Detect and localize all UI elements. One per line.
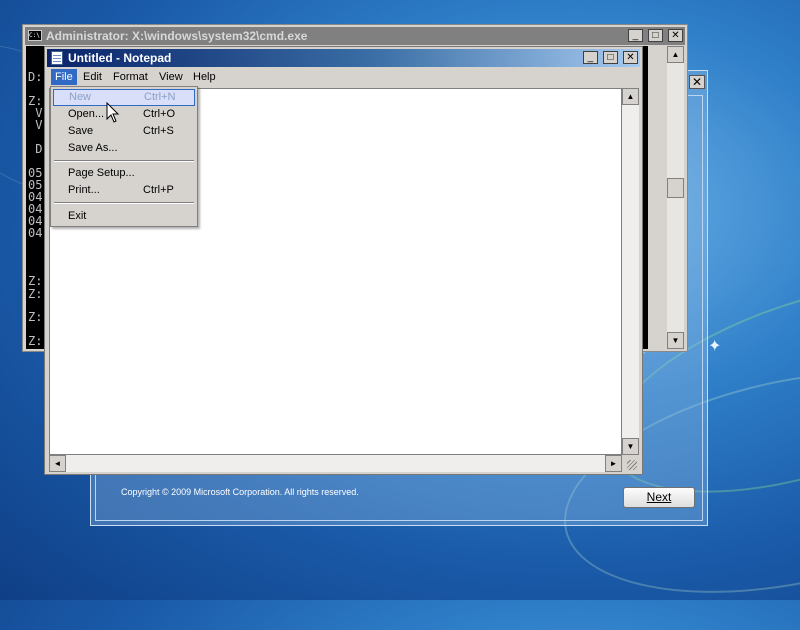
file-menu-save-as[interactable]: Save As...	[53, 140, 195, 157]
menu-item-shortcut: Ctrl+P	[143, 184, 174, 196]
setup-close-button[interactable]: ✕	[689, 75, 705, 89]
cmd-scroll-thumb[interactable]	[667, 178, 684, 198]
notepad-scroll-down-icon[interactable]: ▼	[622, 438, 639, 455]
notepad-menubar: File Edit Format View Help	[47, 68, 640, 86]
file-menu-exit[interactable]: Exit	[53, 208, 195, 225]
menu-item-label: Save	[68, 125, 94, 137]
file-menu-dropdown: New Ctrl+N Open... Ctrl+O Save Ctrl+S Sa…	[50, 86, 198, 227]
notepad-scroll-right-icon[interactable]: ►	[605, 455, 622, 472]
menu-separator	[54, 202, 194, 204]
file-menu-new[interactable]: New Ctrl+N	[53, 89, 195, 106]
sparkle-icon: ✦	[708, 338, 722, 355]
menu-item-label: Open...	[68, 108, 105, 120]
menu-item-shortcut: Ctrl+O	[143, 108, 176, 120]
notepad-vertical-scrollbar[interactable]: ▲ ▼	[622, 88, 639, 455]
cmd-maximize-button[interactable]: □	[647, 29, 663, 42]
cmd-icon: C:\	[28, 30, 42, 41]
console-line: D:	[28, 70, 43, 84]
console-line: V	[28, 118, 43, 132]
menu-item-label: New	[69, 91, 92, 103]
menu-edit[interactable]: Edit	[79, 69, 106, 85]
menu-item-label: Page Setup...	[68, 167, 135, 179]
menu-item-label: Exit	[68, 210, 87, 222]
cmd-minimize-button[interactable]: _	[627, 29, 643, 42]
file-menu-page-setup[interactable]: Page Setup...	[53, 165, 195, 182]
menu-item-shortcut: Ctrl+N	[144, 91, 176, 103]
console-line: Z:	[28, 274, 43, 288]
file-menu-open[interactable]: Open... Ctrl+O	[53, 106, 195, 123]
console-line: 04	[28, 226, 43, 240]
notepad-close-button[interactable]: ✕	[623, 51, 638, 64]
cmd-titlebar[interactable]: C:\ Administrator: X:\windows\system32\c…	[25, 27, 685, 45]
cmd-scroll-up-icon[interactable]: ▲	[667, 46, 684, 63]
notepad-title: Untitled - Notepad	[68, 51, 172, 65]
next-button[interactable]: Next	[623, 487, 695, 508]
cmd-scrollbar[interactable]: ▲ ▼	[667, 46, 684, 349]
setup-copyright-text: Copyright © 2009 Microsoft Corporation. …	[121, 487, 359, 497]
notepad-maximize-button[interactable]: □	[602, 51, 618, 64]
cmd-close-button[interactable]: ✕	[668, 29, 683, 42]
console-line: Z:	[28, 287, 43, 301]
notepad-icon	[51, 51, 63, 65]
menu-help[interactable]: Help	[189, 69, 220, 85]
console-line: Z:	[28, 310, 43, 324]
notepad-scroll-left-icon[interactable]: ◄	[49, 455, 66, 472]
file-menu-save[interactable]: Save Ctrl+S	[53, 123, 195, 140]
menu-view[interactable]: View	[155, 69, 187, 85]
resize-grip-icon[interactable]	[622, 455, 639, 472]
menu-item-label: Save As...	[68, 142, 118, 154]
menu-file[interactable]: File	[51, 69, 77, 85]
notepad-scroll-up-icon[interactable]: ▲	[622, 88, 639, 105]
cmd-title: Administrator: X:\windows\system32\cmd.e…	[46, 29, 308, 43]
cmd-scroll-down-icon[interactable]: ▼	[667, 332, 684, 349]
menu-item-shortcut: Ctrl+S	[143, 125, 174, 137]
file-menu-print[interactable]: Print... Ctrl+P	[53, 182, 195, 199]
menu-item-label: Print...	[68, 184, 100, 196]
notepad-titlebar[interactable]: Untitled - Notepad _ □ ✕	[47, 49, 640, 67]
notepad-horizontal-scrollbar[interactable]: ◄ ►	[49, 455, 622, 472]
menu-separator	[54, 160, 194, 162]
menu-format[interactable]: Format	[109, 69, 152, 85]
mouse-cursor-icon	[106, 102, 120, 123]
notepad-minimize-button[interactable]: _	[582, 51, 598, 64]
console-line: D	[28, 142, 43, 156]
console-line: Z:	[28, 334, 43, 348]
